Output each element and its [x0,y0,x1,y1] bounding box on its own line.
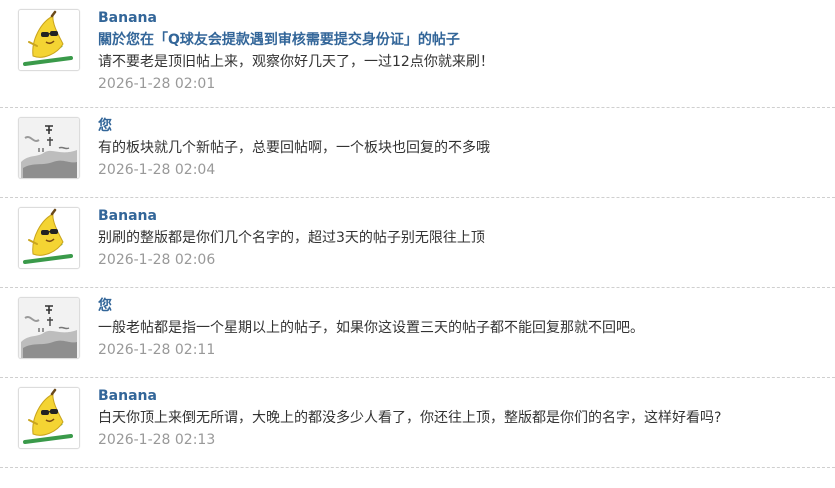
message-item: Banana 白天你顶上来倒无所谓，大晚上的都没多少人看了，你还往上顶，整版都是… [0,378,835,468]
message-item: 您 有的板块就几个新帖子，总要回帖啊，一个板块也回复的不多哦 2026-1-28… [0,108,835,198]
message-text: 有的板块就几个新帖子，总要回帖啊，一个板块也回复的不多哦 [98,140,490,156]
avatar[interactable] [18,207,80,269]
message-text: 别刷的整版都是你们几个名字的，超过3天的帖子别无限往上顶 [98,230,485,246]
message-text: 请不要老是顶旧帖上来，观察你好几天了，一过12点你就来刷！ [98,54,494,70]
message-content: 您 有的板块就几个新帖子，总要回帖啊，一个板块也回复的不多哦 2026-1-28… [98,115,825,181]
author-link[interactable]: 您 [98,295,825,317]
avatar[interactable] [18,387,80,449]
banana-avatar-icon [19,388,79,448]
banana-avatar-icon [19,10,79,70]
ink-painting-avatar-icon [19,118,79,178]
avatar[interactable] [18,9,80,71]
message-item: Banana 别刷的整版都是你们几个名字的，超过3天的帖子别无限往上顶 2026… [0,198,835,288]
avatar[interactable] [18,117,80,179]
thread-subject-link[interactable]: 關於您在「Q球友会提款遇到审核需要提交身份证」的帖子 [98,29,825,51]
message-time: 2026-1-28 02:06 [98,252,216,268]
author-link[interactable]: Banana [98,205,825,227]
ink-painting-avatar-icon [19,298,79,358]
author-link[interactable]: Banana [98,385,825,407]
message-item: Banana 關於您在「Q球友会提款遇到审核需要提交身份证」的帖子 请不要老是顶… [0,0,835,108]
message-content: Banana 别刷的整版都是你们几个名字的，超过3天的帖子别无限往上顶 2026… [98,205,825,271]
avatar[interactable] [18,297,80,359]
message-content: Banana 關於您在「Q球友会提款遇到审核需要提交身份证」的帖子 请不要老是顶… [98,7,825,95]
message-text: 一般老帖都是指一个星期以上的帖子，如果你这设置三天的帖子都不能回复那就不回吧。 [98,320,644,336]
author-link[interactable]: Banana [98,7,825,29]
message-item: 您 一般老帖都是指一个星期以上的帖子，如果你这设置三天的帖子都不能回复那就不回吧… [0,288,835,378]
message-text: 白天你顶上来倒无所谓，大晚上的都没多少人看了，你还往上顶，整版都是你们的名字，这… [98,410,722,426]
message-content: Banana 白天你顶上来倒无所谓，大晚上的都没多少人看了，你还往上顶，整版都是… [98,385,825,451]
banana-avatar-icon [19,208,79,268]
message-time: 2026-1-28 02:04 [98,162,216,178]
message-time: 2026-1-28 02:11 [98,342,216,358]
message-content: 您 一般老帖都是指一个星期以上的帖子，如果你这设置三天的帖子都不能回复那就不回吧… [98,295,825,361]
message-time: 2026-1-28 02:13 [98,432,216,448]
message-time: 2026-1-28 02:01 [98,76,216,92]
message-list: Banana 關於您在「Q球友会提款遇到审核需要提交身份证」的帖子 请不要老是顶… [0,0,835,468]
author-link[interactable]: 您 [98,115,825,137]
